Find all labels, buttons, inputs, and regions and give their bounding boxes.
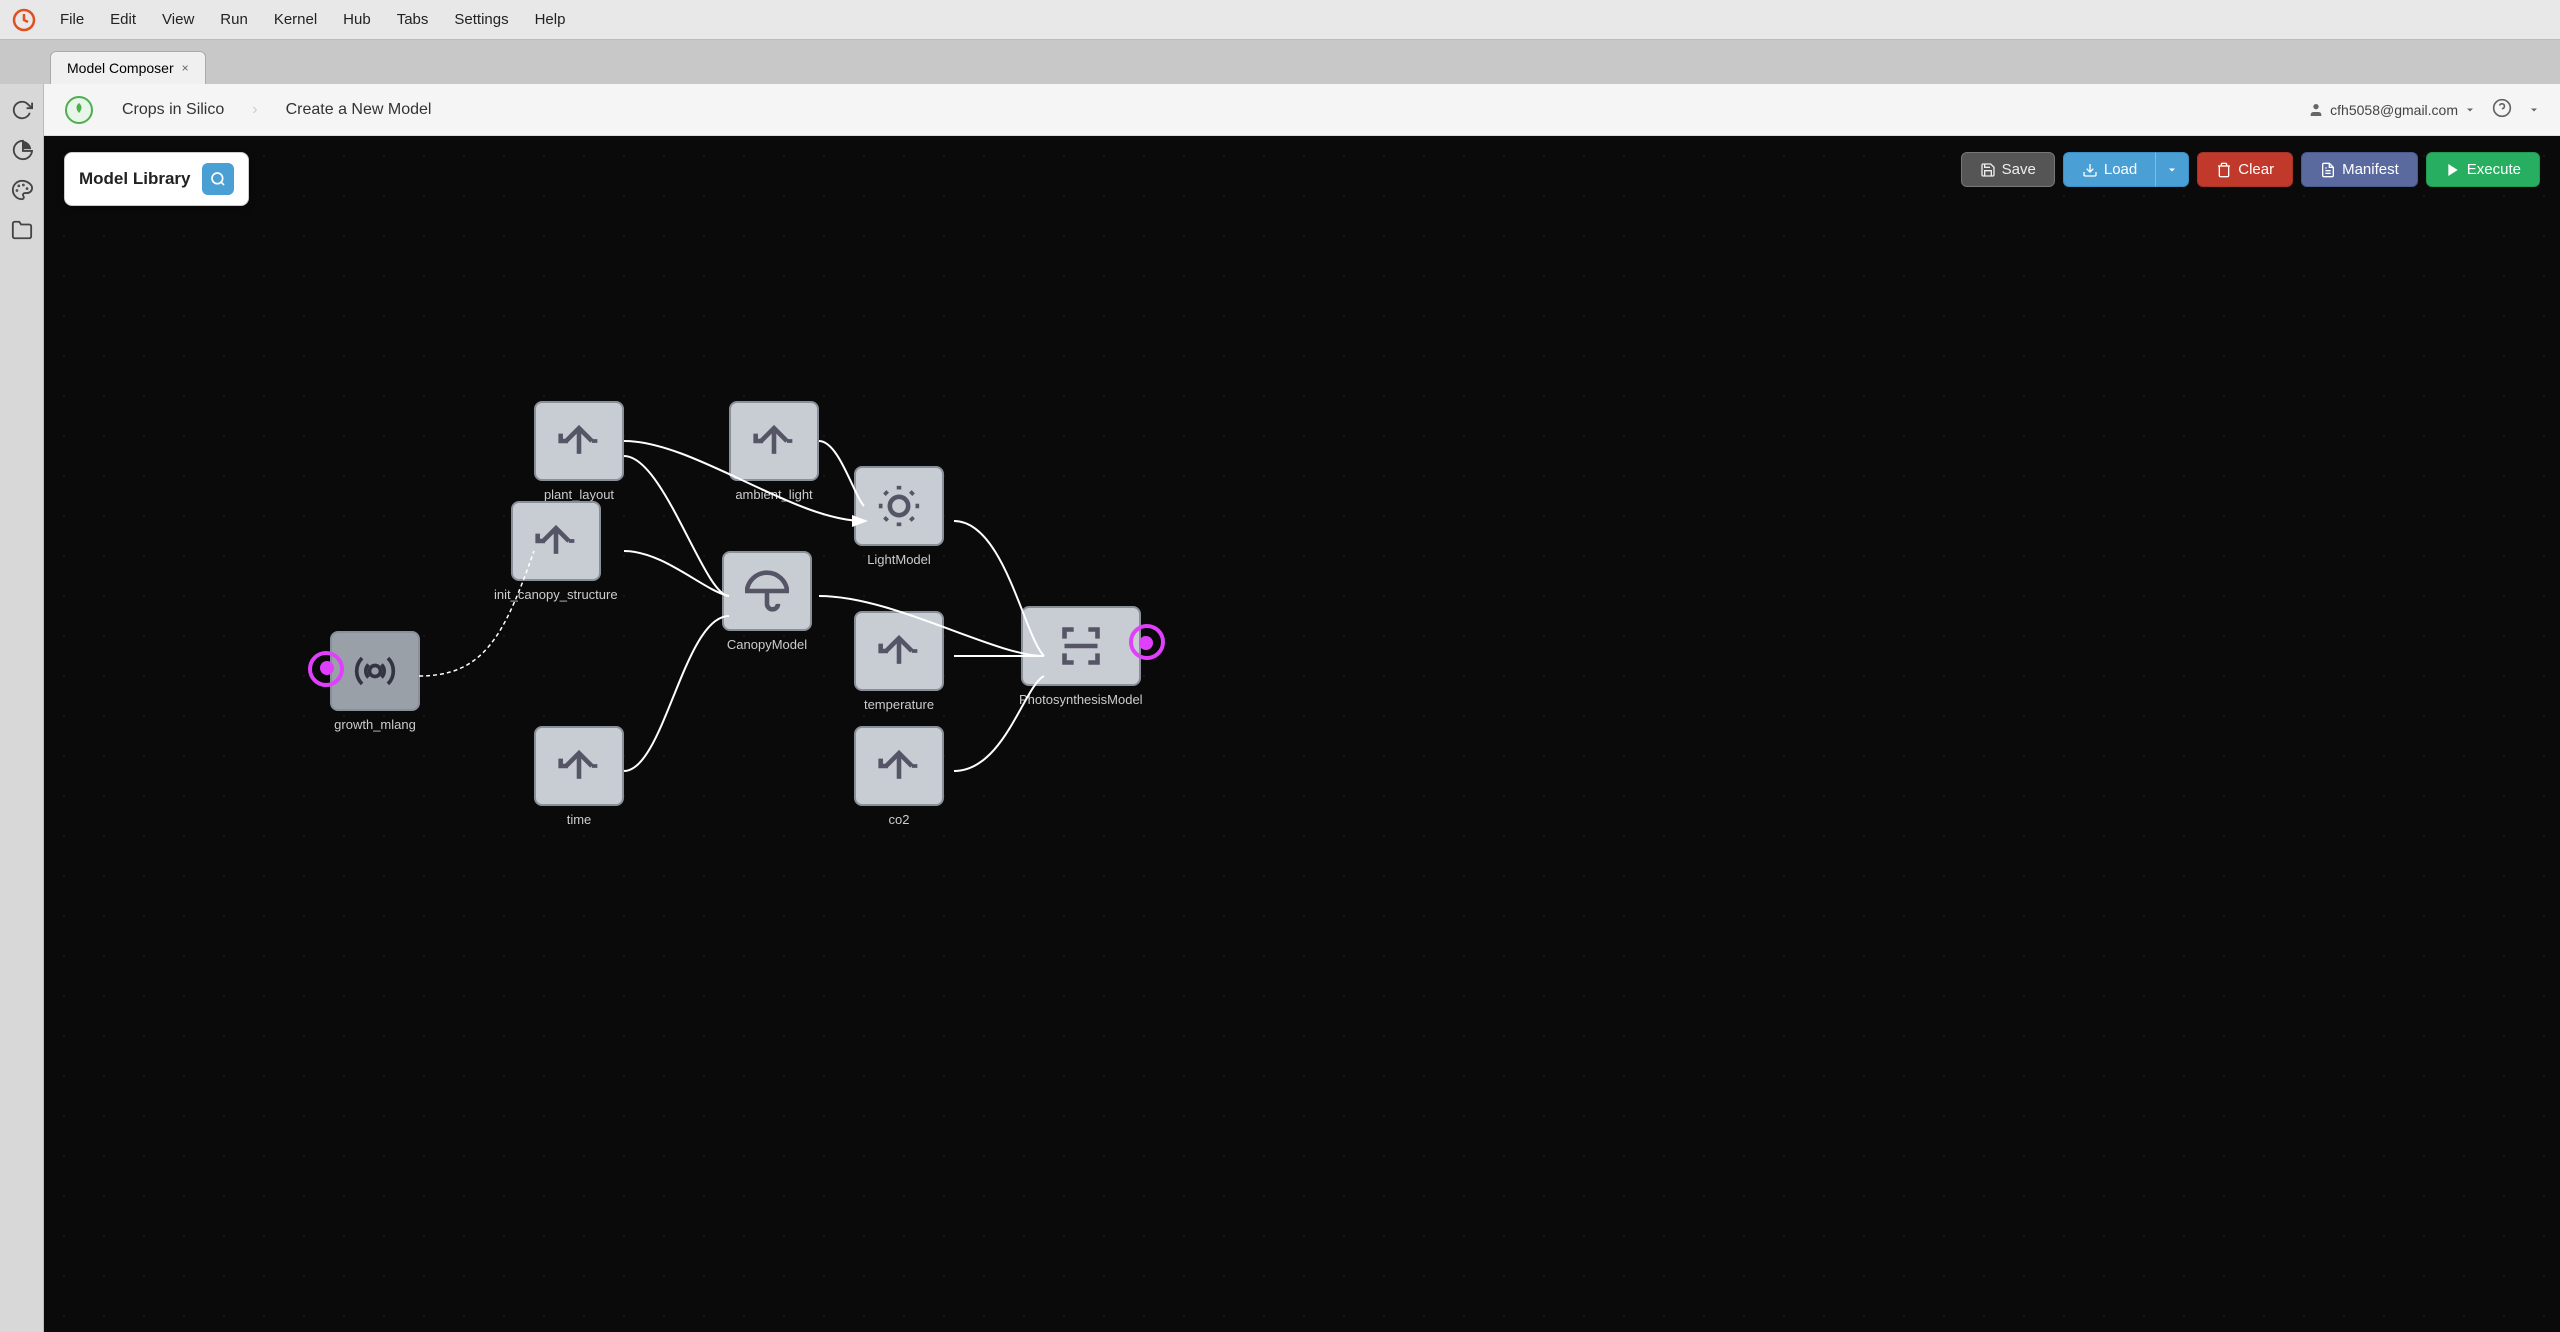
node-light-model[interactable]: LightModel [854,466,944,567]
nav-create-new-model[interactable]: Create a New Model [278,97,440,123]
node-time[interactable]: time [534,726,624,827]
top-nav: Crops in Silico › Create a New Model cfh… [44,84,2560,136]
nav-crops-in-silico[interactable]: Crops in Silico [114,97,232,123]
menu-run[interactable]: Run [208,7,260,32]
sidebar-item-refresh[interactable] [6,94,38,126]
user-email: cfh5058@gmail.com [2330,102,2458,118]
node-temperature[interactable]: temperature [854,611,944,712]
node-box-growth-mlang[interactable] [330,631,420,711]
connections-svg [44,136,2560,1332]
node-label-co2: co2 [889,812,910,827]
menu-kernel[interactable]: Kernel [262,7,329,32]
node-label-time: time [567,812,592,827]
model-library-panel: Model Library [64,152,249,206]
menu-help[interactable]: Help [523,7,578,32]
help-dropdown-icon [2528,104,2540,116]
nav-right: cfh5058@gmail.com [2308,98,2540,121]
node-label-light-model: LightModel [867,552,931,567]
tab-title: Model Composer [67,60,174,76]
node-label-temperature: temperature [864,697,934,712]
user-menu[interactable]: cfh5058@gmail.com [2308,102,2476,118]
app-logo [10,6,38,34]
node-init-canopy-structure[interactable]: init_canopy_structure [494,501,618,602]
menu-view[interactable]: View [150,7,206,32]
node-box-init-canopy[interactable] [511,501,601,581]
main-content: Crops in Silico › Create a New Model cfh… [44,84,2560,1332]
node-photosynthesis-model[interactable]: PhotosynthesisModel [1019,606,1143,707]
menu-bar: File Edit View Run Kernel Hub Tabs Setti… [0,0,2560,40]
load-dropdown-button[interactable] [2155,152,2189,187]
node-label-init-canopy: init_canopy_structure [494,587,618,602]
library-title: Model Library [79,169,190,189]
node-box-temperature[interactable] [854,611,944,691]
sidebar-item-palette[interactable] [6,174,38,206]
node-canopy-model[interactable]: CanopyModel [722,551,812,652]
node-ambient-light[interactable]: ambient_light [729,401,819,502]
node-label-growth-mlang: growth_mlang [334,717,416,732]
help-button[interactable] [2492,98,2512,121]
left-sidebar [0,84,44,1332]
tab-bar: Model Composer × [0,40,2560,84]
menu-settings[interactable]: Settings [442,7,520,32]
clear-button[interactable]: Clear [2197,152,2293,187]
menu-tabs[interactable]: Tabs [385,7,441,32]
node-plant-layout[interactable]: plant_layout [534,401,624,502]
node-box-canopy-model[interactable] [722,551,812,631]
node-box-plant-layout[interactable] [534,401,624,481]
load-button[interactable]: Load [2063,152,2155,187]
nav-logo [64,95,94,125]
node-label-ambient-light: ambient_light [735,487,812,502]
menu-edit[interactable]: Edit [98,7,148,32]
tab-close-button[interactable]: × [182,61,189,75]
node-box-co2[interactable] [854,726,944,806]
node-label-photosynthesis: PhotosynthesisModel [1019,692,1143,707]
execute-button[interactable]: Execute [2426,152,2540,187]
menu-hub[interactable]: Hub [331,7,383,32]
node-label-plant-layout: plant_layout [544,487,614,502]
node-box-ambient-light[interactable] [729,401,819,481]
model-composer-tab[interactable]: Model Composer × [50,51,206,84]
canvas-area[interactable]: Model Library Save [44,136,2560,1332]
toolbar: Save Load [1961,152,2540,187]
manifest-button[interactable]: Manifest [2301,152,2418,187]
menu-file[interactable]: File [48,7,96,32]
node-box-time[interactable] [534,726,624,806]
sidebar-item-run[interactable] [6,134,38,166]
node-box-light-model[interactable] [854,466,944,546]
menu-items: File Edit View Run Kernel Hub Tabs Setti… [48,7,577,32]
sidebar-item-folder[interactable] [6,214,38,246]
node-growth-mlang[interactable]: growth_mlang [330,631,420,732]
node-co2[interactable]: co2 [854,726,944,827]
save-button[interactable]: Save [1961,152,2055,187]
node-box-photosynthesis[interactable] [1021,606,1141,686]
library-search-button[interactable] [202,163,234,195]
node-label-canopy-model: CanopyModel [727,637,807,652]
